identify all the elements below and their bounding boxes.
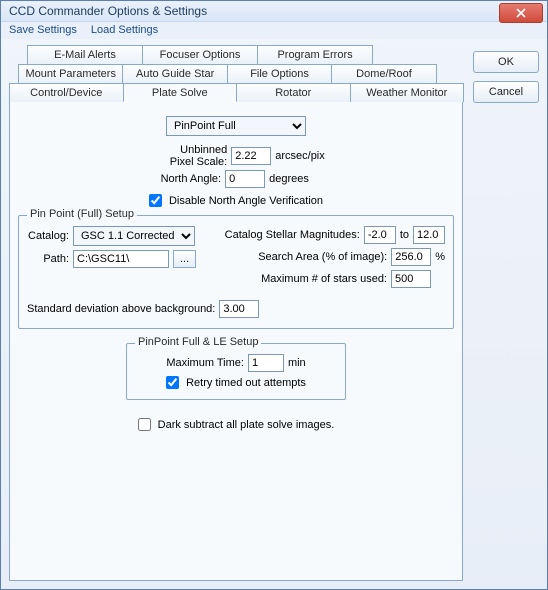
- path-browse-button[interactable]: ...: [173, 250, 196, 268]
- tabs-area: E-Mail Alerts Focuser Options Program Er…: [9, 45, 463, 581]
- tab-row-3: Control/Device Plate Solve Rotator Weath…: [9, 83, 463, 102]
- tab-plate-solve[interactable]: Plate Solve: [123, 83, 238, 102]
- maxtime-unit: min: [288, 357, 306, 369]
- tab-weather-monitor[interactable]: Weather Monitor: [350, 83, 465, 102]
- dark-subtract-checkbox[interactable]: [138, 418, 151, 431]
- engine-select[interactable]: PinPoint Full: [166, 116, 306, 136]
- mag-to: to: [400, 229, 409, 241]
- catalog-label: Catalog:: [27, 230, 69, 242]
- tab-row-1: E-Mail Alerts Focuser Options Program Er…: [27, 45, 372, 64]
- north-angle-input[interactable]: [225, 170, 265, 188]
- cancel-button[interactable]: Cancel: [473, 81, 539, 103]
- tab-mount-parameters[interactable]: Mount Parameters: [18, 64, 123, 83]
- maxstars-label: Maximum # of stars used:: [261, 273, 387, 285]
- mag-lo-input[interactable]: [364, 226, 396, 244]
- close-button[interactable]: [499, 3, 543, 23]
- tab-focuser-options[interactable]: Focuser Options: [142, 45, 258, 64]
- retry-checkbox[interactable]: [166, 376, 179, 389]
- tab-program-errors[interactable]: Program Errors: [257, 45, 373, 64]
- pinpoint-full-legend: Pin Point (Full) Setup: [27, 208, 137, 220]
- stddev-label: Standard deviation above background:: [27, 303, 215, 315]
- tab-row-2: Mount Parameters Auto Guide Star File Op…: [18, 64, 436, 83]
- tab-file-options[interactable]: File Options: [227, 64, 332, 83]
- pixel-scale-label2: Pixel Scale:: [147, 156, 227, 168]
- catalog-select[interactable]: GSC 1.1 Corrected: [73, 226, 195, 246]
- menubar: Save Settings Load Settings: [1, 22, 547, 39]
- ok-button[interactable]: OK: [473, 51, 539, 73]
- search-area-unit: %: [435, 251, 445, 263]
- maxtime-input[interactable]: [248, 354, 284, 372]
- pixel-scale-label1: Unbinned: [147, 144, 227, 156]
- tab-rotator[interactable]: Rotator: [236, 83, 351, 102]
- path-input[interactable]: [73, 250, 169, 268]
- disable-north-label: Disable North Angle Verification: [169, 195, 323, 207]
- tab-auto-guide-star[interactable]: Auto Guide Star: [122, 64, 227, 83]
- maxstars-input[interactable]: [391, 270, 431, 288]
- tab-email-alerts[interactable]: E-Mail Alerts: [27, 45, 143, 64]
- stddev-input[interactable]: [219, 300, 259, 318]
- mag-hi-input[interactable]: [413, 226, 445, 244]
- pinpoint-le-group: PinPoint Full & LE Setup Maximum Time: m…: [126, 343, 346, 400]
- window-title: CCD Commander Options & Settings: [9, 4, 207, 18]
- menu-load-settings[interactable]: Load Settings: [91, 24, 158, 36]
- pinpoint-le-legend: PinPoint Full & LE Setup: [135, 336, 261, 348]
- close-icon: [516, 8, 526, 18]
- retry-label: Retry timed out attempts: [186, 377, 306, 389]
- dialog-buttons: OK Cancel: [473, 45, 539, 103]
- options-window: CCD Commander Options & Settings Save Se…: [0, 0, 548, 590]
- north-angle-label: North Angle:: [141, 173, 221, 185]
- mag-label: Catalog Stellar Magnitudes:: [225, 229, 360, 241]
- pinpoint-full-group: Pin Point (Full) Setup Catalog: GSC 1.1 …: [18, 215, 454, 329]
- path-label: Path:: [27, 253, 69, 265]
- tab-content-plate-solve: PinPoint Full Unbinned Pixel Scale: arcs…: [9, 101, 463, 581]
- dialog-body: E-Mail Alerts Focuser Options Program Er…: [1, 39, 547, 589]
- north-angle-unit: degrees: [269, 173, 309, 185]
- tab-control-device[interactable]: Control/Device: [9, 83, 124, 102]
- maxtime-label: Maximum Time:: [166, 357, 244, 369]
- tab-dome-roof[interactable]: Dome/Roof: [331, 64, 436, 83]
- search-area-label: Search Area (% of image):: [258, 251, 387, 263]
- disable-north-checkbox[interactable]: [149, 194, 162, 207]
- pixel-scale-input[interactable]: [231, 147, 271, 165]
- dark-subtract-label: Dark subtract all plate solve images.: [158, 419, 335, 431]
- menu-save-settings[interactable]: Save Settings: [9, 24, 77, 36]
- titlebar: CCD Commander Options & Settings: [1, 1, 547, 22]
- pixel-scale-unit: arcsec/pix: [275, 150, 325, 162]
- search-area-input[interactable]: [391, 248, 431, 266]
